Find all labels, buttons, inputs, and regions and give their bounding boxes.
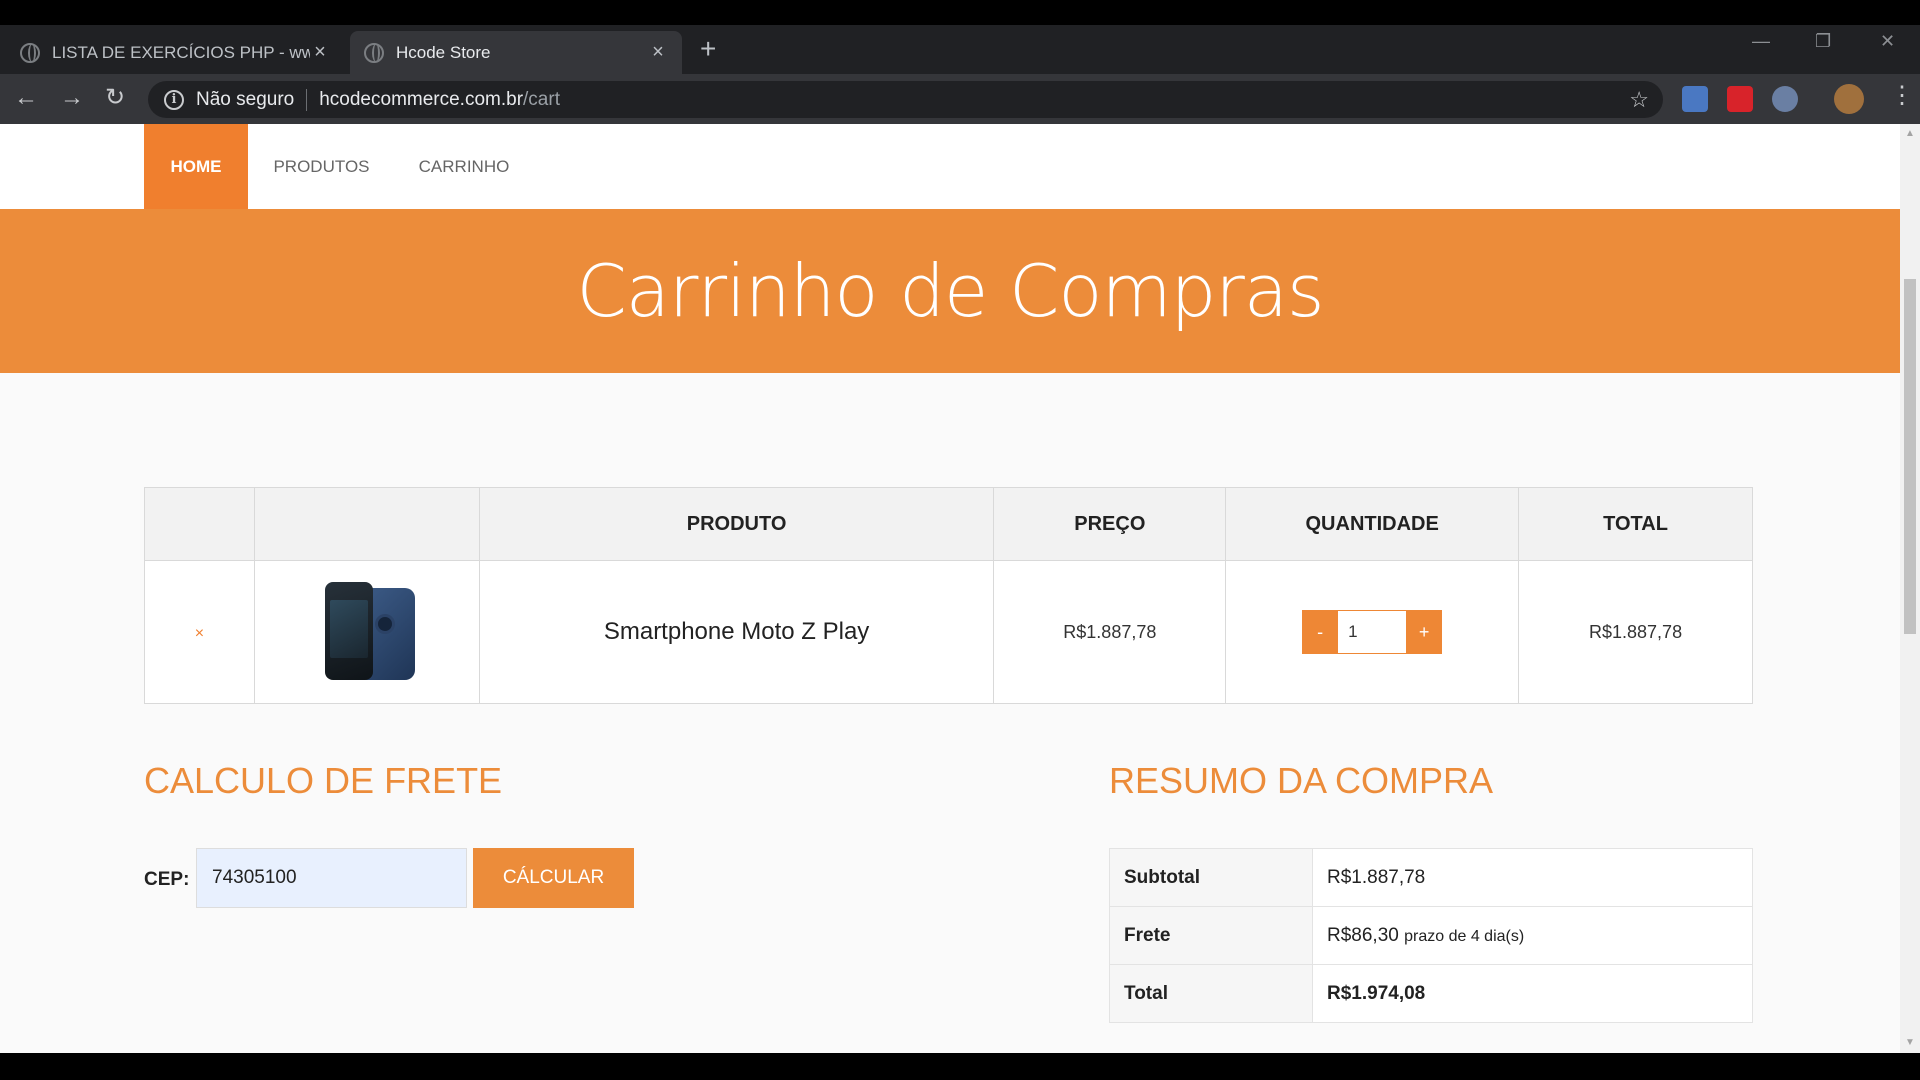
- cart-table: PRODUTO PREÇO QUANTIDADE TOTAL × Smartph…: [144, 487, 1753, 704]
- page-content: HOME PRODUTOS CARRINHO Carrinho de Compr…: [0, 124, 1900, 1053]
- product-name-link[interactable]: Smartphone Moto Z Play: [604, 618, 869, 645]
- summary-row-subtotal: Subtotal R$1.887,78: [1109, 848, 1753, 907]
- back-icon[interactable]: ←: [14, 86, 38, 110]
- browser-toolbar: ← → ↻ i Não seguro hcodecommerce.com.br /…: [0, 74, 1920, 124]
- url-host: hcodecommerce.com.br: [319, 88, 524, 110]
- summary-value: R$1.974,08: [1312, 964, 1753, 1023]
- summary-row-frete: Frete R$86,30 prazo de 4 dia(s): [1109, 906, 1753, 965]
- increase-quantity-button[interactable]: +: [1406, 610, 1443, 654]
- product-name-cell: Smartphone Moto Z Play: [478, 560, 995, 704]
- summary-label: Frete: [1109, 906, 1313, 965]
- phone-screen-shape: [329, 600, 368, 658]
- security-label: Não seguro: [196, 88, 295, 110]
- header-total: TOTAL: [1518, 487, 1753, 561]
- header-preco: PREÇO: [993, 487, 1227, 561]
- calculate-shipping-button[interactable]: CÁLCULAR: [473, 848, 634, 908]
- globe-icon: [364, 42, 384, 63]
- new-tab-button[interactable]: +: [700, 33, 716, 65]
- page-scrollbar[interactable]: ▲ ▼: [1900, 124, 1920, 1053]
- summary-label: Total: [1109, 964, 1313, 1023]
- frete-note: prazo de 4 dia(s): [1404, 927, 1525, 945]
- circle-extension-icon[interactable]: [1772, 86, 1798, 112]
- globe-icon: [20, 42, 40, 63]
- red-extension-icon[interactable]: [1727, 86, 1753, 112]
- scrollbar-thumb[interactable]: [1904, 279, 1916, 634]
- divider: [306, 88, 308, 111]
- cep-label: CEP:: [144, 869, 190, 890]
- smartphone-image[interactable]: [317, 582, 417, 682]
- avatar[interactable]: [1834, 84, 1864, 114]
- phone-camera-shape: [374, 614, 395, 634]
- subtotal-value: R$1.887,78: [1327, 866, 1426, 888]
- translate-extension-icon[interactable]: [1682, 86, 1708, 112]
- tab-hcode-store[interactable]: Hcode Store ×: [350, 31, 682, 74]
- total-value: R$1.974,08: [1327, 982, 1426, 1004]
- minimize-icon[interactable]: —: [1752, 31, 1770, 52]
- image-cell: [253, 560, 480, 704]
- scroll-down-icon[interactable]: ▼: [1905, 1037, 1915, 1048]
- remove-cell: ×: [144, 560, 255, 704]
- summary-value: R$86,30 prazo de 4 dia(s): [1312, 906, 1753, 965]
- tab-title: Hcode Store: [396, 42, 491, 62]
- close-tab-icon[interactable]: ×: [648, 41, 668, 64]
- forward-icon[interactable]: →: [60, 86, 84, 110]
- header-remove: [144, 487, 255, 561]
- quantity-stepper: - 1 +: [1302, 610, 1443, 654]
- remove-item-button[interactable]: ×: [195, 625, 204, 642]
- nav-home[interactable]: HOME: [144, 124, 248, 209]
- quantity-input[interactable]: 1: [1338, 610, 1407, 654]
- cart-row: × Smartphone Moto Z Play R$1.887,78 - 1 …: [144, 560, 1753, 704]
- address-bar[interactable]: i Não seguro hcodecommerce.com.br/cart ☆: [148, 81, 1663, 118]
- reload-icon[interactable]: ↻: [105, 86, 125, 110]
- main-menu: HOME PRODUTOS CARRINHO: [0, 124, 1900, 209]
- nav-carrinho[interactable]: CARRINHO: [402, 124, 526, 209]
- summary-value: R$1.887,78: [1312, 848, 1753, 907]
- price-cell: R$1.887,78: [993, 560, 1227, 704]
- bookmark-star-icon[interactable]: ☆: [1629, 87, 1649, 113]
- decrease-quantity-button[interactable]: -: [1302, 610, 1339, 654]
- browser-window: LISTA DE EXERCÍCIOS PHP - www. × Hcode S…: [0, 25, 1920, 1053]
- restore-icon[interactable]: ❐: [1815, 31, 1831, 52]
- page-title: Carrinho de Compras: [576, 249, 1324, 333]
- tab-exercicios[interactable]: LISTA DE EXERCÍCIOS PHP - www. ×: [6, 31, 344, 74]
- header-produto: PRODUTO: [478, 487, 995, 561]
- close-window-icon[interactable]: ✕: [1880, 31, 1895, 52]
- url-path: /cart: [523, 88, 560, 110]
- tab-strip: LISTA DE EXERCÍCIOS PHP - www. × Hcode S…: [0, 25, 1920, 74]
- header-image: [253, 487, 480, 561]
- more-menu-icon[interactable]: ⋮: [1890, 84, 1914, 108]
- header-quantidade: QUANTIDADE: [1225, 487, 1520, 561]
- scroll-up-icon[interactable]: ▲: [1905, 128, 1915, 139]
- total-cell: R$1.887,78: [1518, 560, 1753, 704]
- page-banner: Carrinho de Compras: [0, 209, 1900, 373]
- cep-input[interactable]: 74305100: [196, 848, 467, 908]
- summary-label: Subtotal: [1109, 848, 1313, 907]
- close-tab-icon[interactable]: ×: [310, 41, 330, 64]
- info-icon[interactable]: i: [164, 89, 184, 110]
- tab-title: LISTA DE EXERCÍCIOS PHP - www.: [52, 42, 310, 62]
- summary-row-total: Total R$1.974,08: [1109, 964, 1753, 1023]
- summary-table: Subtotal R$1.887,78 Frete R$86,30 prazo …: [1109, 848, 1753, 1023]
- shipping-title: CALCULO DE FRETE: [144, 760, 503, 801]
- quantity-cell: - 1 +: [1225, 560, 1520, 704]
- summary-title: RESUMO DA COMPRA: [1109, 760, 1494, 801]
- nav-produtos[interactable]: PRODUTOS: [264, 124, 379, 209]
- frete-value: R$86,30: [1327, 924, 1399, 946]
- cart-header-row: PRODUTO PREÇO QUANTIDADE TOTAL: [144, 487, 1753, 561]
